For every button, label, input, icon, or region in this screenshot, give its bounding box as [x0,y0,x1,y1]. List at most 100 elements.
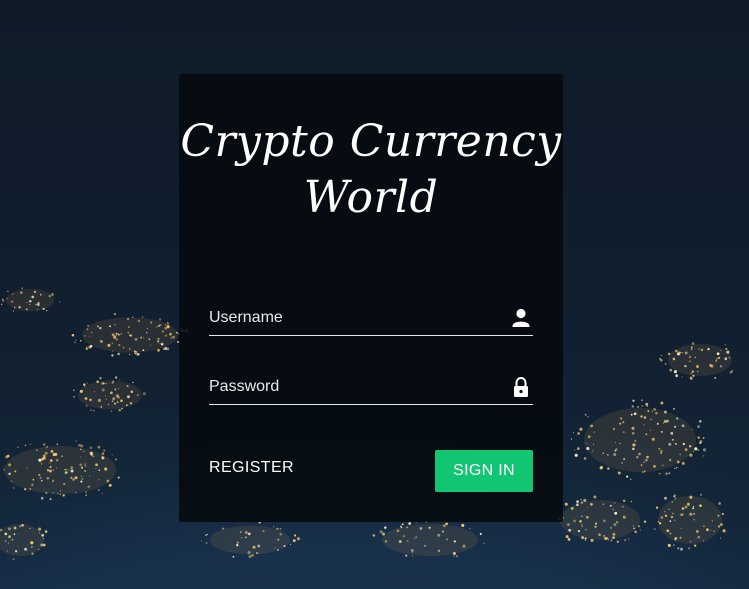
city-light [584,537,587,540]
city-light [728,356,731,359]
city-light [129,402,133,405]
city-light [96,380,99,384]
city-light [645,433,648,436]
city-light [128,353,131,356]
city-light [101,388,105,392]
city-light [687,547,691,550]
city-light [684,364,687,368]
city-light [14,470,17,473]
city-light [722,529,726,533]
city-light [13,526,17,530]
city-light [419,527,423,530]
city-light [570,438,573,440]
city-light [111,342,114,345]
city-light [132,316,134,318]
city-light [690,346,693,349]
city-glow [78,380,142,410]
city-light [29,488,32,490]
city-light [89,409,92,412]
city-light [12,487,15,489]
city-light [115,332,118,335]
city-light [50,292,54,297]
city-light [633,412,637,416]
city-light [100,340,103,343]
city-light [593,443,595,445]
city-light [7,290,9,293]
city-light [70,466,74,470]
city-light [408,522,412,525]
city-light [604,537,608,540]
city-light [85,347,89,350]
city-light [595,522,598,525]
city-light [52,492,54,494]
city-light [689,512,693,516]
username-field[interactable] [209,302,533,336]
city-light [587,435,591,439]
login-card: Crypto Currency World REGISTER SIGN IN [179,74,563,522]
city-light [91,331,93,334]
city-light [61,455,63,458]
city-light [623,458,626,461]
city-light [42,543,46,547]
city-light [653,465,656,468]
sign-in-button[interactable]: SIGN IN [435,450,533,492]
city-light [247,551,251,554]
city-light [128,334,131,337]
city-light [0,303,3,305]
city-light [401,523,404,526]
city-light [24,488,27,491]
city-light [120,399,123,403]
city-light [593,495,597,499]
city-light [613,523,617,526]
city-light [679,453,681,456]
city-light [157,349,160,352]
password-field[interactable] [209,371,533,405]
city-light [40,463,43,465]
city-light [118,344,121,347]
city-light [456,555,458,557]
password-input[interactable] [209,371,499,403]
city-light [636,456,639,459]
city-light [660,516,664,519]
city-light [637,405,639,408]
city-light [692,374,695,377]
city-light [627,538,630,540]
city-light [658,522,662,525]
city-light [79,389,83,393]
city-light [590,424,594,428]
city-light [167,322,169,325]
city-light [634,530,637,534]
city-light [50,449,54,453]
city-light [668,442,672,446]
city-light [615,448,618,451]
app-title: Crypto Currency World [180,116,562,223]
city-light [145,331,148,334]
city-light [273,547,276,549]
city-light [126,404,128,407]
city-light [619,422,622,425]
city-light [65,468,67,471]
city-light [256,552,259,555]
register-button[interactable]: REGISTER [209,459,294,477]
city-light [631,432,635,435]
city-light [70,476,73,479]
city-light [690,348,693,351]
city-light [649,429,651,431]
city-light [674,498,676,500]
city-light [112,350,114,352]
city-light [92,455,94,457]
city-light [584,539,586,541]
city-light [93,409,95,412]
city-light [128,326,130,328]
city-light [162,347,166,351]
city-light [95,463,99,467]
username-input[interactable] [209,302,499,334]
city-light [26,302,28,304]
city-light [98,479,100,481]
city-light [12,558,15,561]
city-light [415,522,417,524]
city-light [396,529,400,533]
city-light [42,443,46,446]
city-light [2,298,4,301]
city-light [132,381,134,384]
